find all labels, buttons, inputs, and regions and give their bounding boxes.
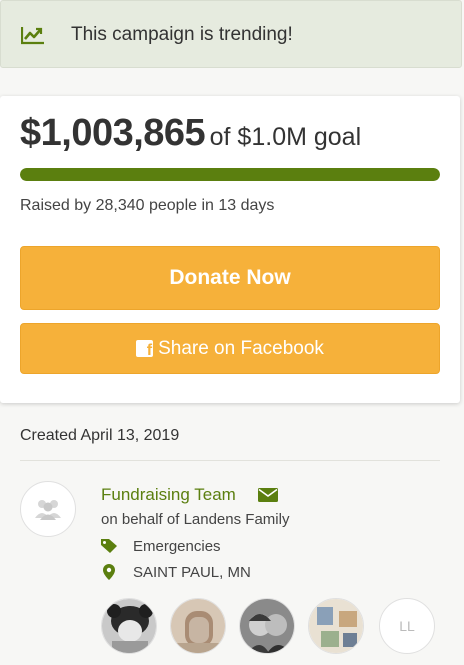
donor-photo xyxy=(309,599,363,653)
created-date: Created April 13, 2019 xyxy=(20,427,180,444)
category-link[interactable]: Emergencies xyxy=(133,538,221,555)
donor-avatar[interactable] xyxy=(308,598,364,654)
raised-by-text: Raised by 28,340 people in 13 days xyxy=(20,197,275,214)
tag-icon xyxy=(101,539,117,553)
organizer-avatar[interactable] xyxy=(20,481,76,537)
donor-initials: LL xyxy=(399,618,415,634)
goal-text: of $1.0M goal xyxy=(209,123,362,151)
envelope-icon[interactable] xyxy=(258,488,278,502)
donor-photo xyxy=(240,599,294,653)
progress-fill xyxy=(20,168,440,181)
location-text: SAINT PAUL, MN xyxy=(133,564,251,581)
facebook-icon: f xyxy=(136,340,154,359)
donate-button[interactable]: Donate Now xyxy=(20,246,440,310)
progress-bar xyxy=(20,168,440,181)
trending-chart-icon xyxy=(21,27,44,45)
trending-banner: This campaign is trending! xyxy=(0,0,462,68)
donor-photo xyxy=(102,599,156,653)
donor-photo xyxy=(171,599,225,653)
raised-amount: $1,003,865 xyxy=(20,112,206,154)
donor-avatar[interactable]: LL xyxy=(379,598,435,654)
divider xyxy=(20,460,440,461)
organizer-name-link[interactable]: Fundraising Team xyxy=(101,485,236,505)
map-pin-icon xyxy=(103,564,115,580)
trending-text: This campaign is trending! xyxy=(71,24,293,45)
behalf-text: on behalf of Landens Family xyxy=(101,511,290,528)
share-facebook-label: Share on Facebook xyxy=(158,337,324,359)
team-icon xyxy=(35,500,61,520)
donation-card: $1,003,865 of $1.0M goal Raised by 28,34… xyxy=(0,96,460,403)
donor-avatar[interactable] xyxy=(239,598,295,654)
share-facebook-button[interactable]: f Share on Facebook xyxy=(20,323,440,374)
amount-line: $1,003,865 of $1.0M goal xyxy=(20,112,361,155)
donor-avatar[interactable] xyxy=(170,598,226,654)
donor-avatar[interactable] xyxy=(101,598,157,654)
